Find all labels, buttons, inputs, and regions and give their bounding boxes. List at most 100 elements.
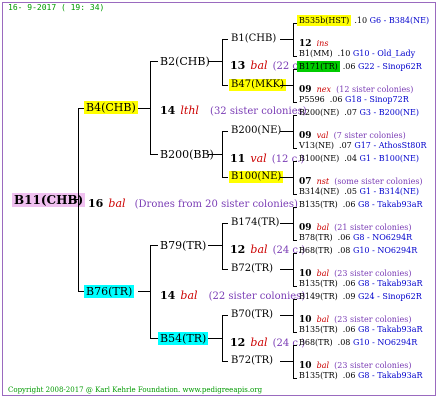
gen4-node[interactable]: B135(TR) [297,278,340,289]
gen4-row[interactable]: V13(NE) .07 G17 - AthosSt80R [297,142,427,150]
drone-num: 13 [230,59,246,72]
gen4-year: .10 [354,16,368,25]
copyright: Copyright 2008-2017 @ Karl Kehrle Founda… [8,386,263,394]
sister-count: (23 sister colonies) [334,269,412,278]
gen3-node[interactable]: B1(CHB) [229,33,278,45]
connector [222,131,228,132]
root-drone-line: 16 bal (Drones from 20 sister colonies) [88,194,298,210]
gen1-drone-line: 14 lthl (32 sister colonies) [160,101,307,117]
gen4-node[interactable]: B200(NE) [297,107,341,118]
connector [293,253,294,287]
gen4-code: G8 - NO6294R [352,233,413,242]
gen4-row[interactable]: B1(MM) .10 G10 - Old_Lady [297,50,415,58]
gen4-node[interactable]: B68(TR) [297,245,335,256]
sister-count: (23 sister colonies) [334,315,412,324]
gen3-drone-line: 12 ins [299,33,328,49]
gen2-node[interactable]: B79(TR) [158,239,208,252]
sister-count: (some sister colonies) [334,177,423,186]
gen4-node[interactable]: B135(TR) [297,324,340,335]
gen3-node[interactable]: B174(TR) [229,217,281,229]
connector [293,345,294,379]
gen4-node[interactable]: B1(MM) [297,48,335,59]
gen4-row[interactable]: B135(TR) .06 G8 - Takab93aR [297,280,423,288]
connector [222,177,228,178]
connector [150,61,151,155]
connector [280,223,293,224]
connector [222,315,223,361]
connector [293,299,294,333]
gen4-year: .04 [344,154,357,163]
gen4-row[interactable]: B135(TR) .06 G8 - Takab93aR [297,201,423,209]
gen4-year: .07 [339,141,352,150]
gen4-row[interactable]: B314(NE) .05 G1 - B314(NE) [297,188,419,196]
gen4-node[interactable]: B78(TR) [297,232,335,243]
gen4-node[interactable]: B135(TR) [297,199,340,210]
connector [293,69,294,103]
drone-name: bal [316,315,330,324]
connector [208,61,222,62]
gen4-node[interactable]: B68(TR) [297,337,335,348]
gen3-node[interactable]: B100(NE) [229,171,284,183]
gen4-row[interactable]: B200(NE) .07 G3 - B200(NE) [297,109,419,117]
connector [222,85,228,86]
gen4-code: G8 - Takab93aR [358,200,423,209]
gen4-code: G6 - B384(NE) [369,16,430,25]
connector [150,154,158,155]
sister-count: (12 sister colonies) [336,85,414,94]
gen4-row[interactable]: B135(TR) .06 G8 - Takab93aR [297,326,423,334]
gen4-row[interactable]: B149(TR) .09 G24 - Sinop62R [297,293,422,301]
gen4-row[interactable]: B171(TR) .06 G22 - Sinop62R [297,61,422,72]
gen4-node[interactable]: P5596 [297,94,327,105]
gen2-node[interactable]: B54(TR) [158,332,209,345]
drone-name: lthl [180,104,199,117]
drone-num: 11 [230,152,246,165]
gen4-row[interactable]: P5596.06 G18 - Sinop72R [297,96,409,104]
gen4-node[interactable]: B149(TR) [297,291,340,302]
gen4-row[interactable]: B78(TR) .06 G8 - NO6294R [297,234,412,242]
gen4-row[interactable]: B135(TR) .06 G8 - Takab93aR [297,372,423,380]
root-drone-name: bal [108,197,126,210]
connector [280,177,293,178]
gen4-node[interactable]: B135(TR) [297,370,340,381]
drone-name: nst [316,177,330,186]
gen4-node[interactable]: B171(TR) [297,61,340,72]
gen3-node[interactable]: B47(MKK) [229,79,287,91]
gen2-node[interactable]: B2(CHB) [158,55,212,68]
gen1-node-b76[interactable]: B76(TR) [84,285,135,298]
connector [208,338,222,339]
drone-name: bal [180,289,198,302]
gen3-drone-line: 09 val (7 sister colonies) [299,125,406,141]
gen3-node[interactable]: B70(TR) [229,309,275,321]
gen4-row[interactable]: B535b(HST) .10 G6 - B384(NE) [297,15,430,26]
gen4-code: G17 - AthosSt80R [354,141,427,150]
gen4-code: G18 - Sinop72R [345,95,409,104]
gen4-code: G1 - B100(NE) [359,154,420,163]
gen4-row[interactable]: B100(NE) .04 G1 - B100(NE) [297,155,419,163]
connector [208,154,222,155]
gen4-node[interactable]: B100(NE) [297,153,341,164]
gen4-node[interactable]: B314(NE) [297,186,341,197]
gen3-node[interactable]: B200(NE) [229,125,283,137]
gen1-node-b4[interactable]: B4(CHB) [84,101,138,114]
drone-name: val [250,152,267,165]
gen4-year: .06 [342,371,356,380]
gen4-year: .06 [342,62,356,71]
connector [70,199,78,200]
connector [150,245,151,339]
queen-node[interactable]: B11(CHB) [12,193,86,207]
connector [222,269,228,270]
sister-count: (22 sister colonies) [208,291,306,302]
connector [222,131,223,177]
gen3-drone-line: 09 bal (21 sister colonies) [299,217,411,233]
gen4-node[interactable]: V13(NE) [297,140,336,151]
drone-num: 12 [230,243,246,256]
gen4-code: G1 - B314(NE) [359,187,420,196]
gen3-drone-line: 10 bal (23 sister colonies) [299,263,411,279]
gen4-row[interactable]: B68(TR) .08 G10 - NO6294R [297,339,417,347]
connector [293,115,294,149]
connector [280,85,293,86]
gen4-row[interactable]: B68(TR) .08 G10 - NO6294R [297,247,417,255]
gen4-node[interactable]: B535b(HST) [297,15,352,26]
gen3-node[interactable]: B72(TR) [229,355,275,367]
gen3-node[interactable]: B72(TR) [229,263,275,275]
